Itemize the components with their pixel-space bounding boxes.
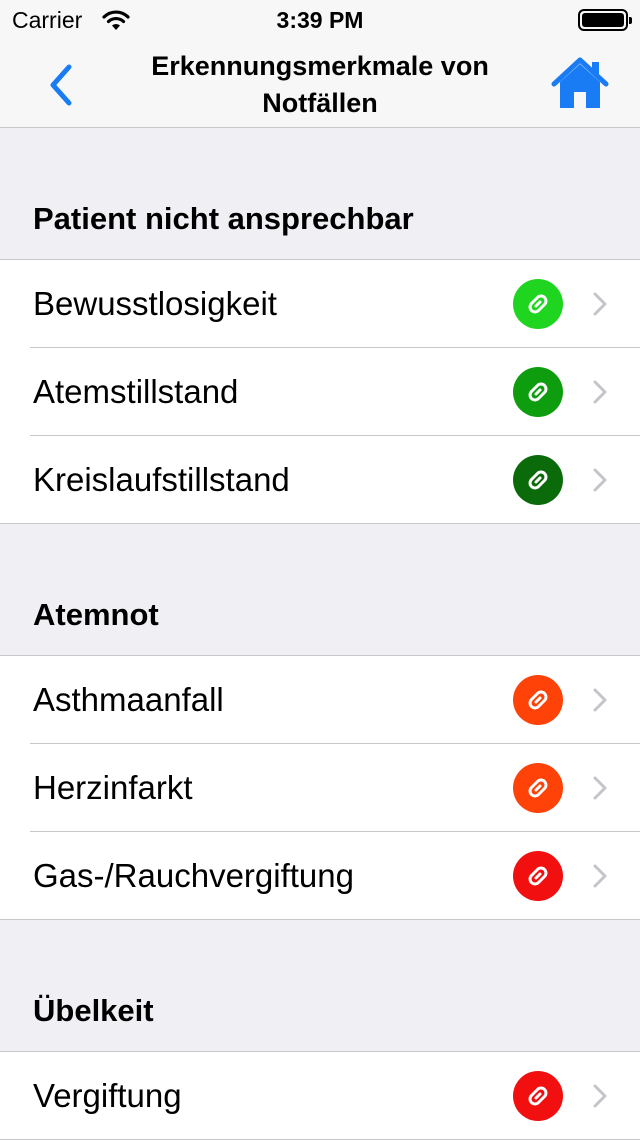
link-icon	[513, 455, 563, 505]
row-label: Gas-/Rauchvergiftung	[33, 857, 354, 894]
back-button[interactable]	[40, 60, 84, 110]
list-row[interactable]: Vergiftung	[0, 1052, 640, 1140]
list-row[interactable]: Asthmaanfall	[0, 656, 640, 744]
chevron-right-icon	[592, 863, 608, 889]
link-icon	[513, 1071, 563, 1121]
chevron-right-icon	[592, 379, 608, 405]
row-label: Bewusstlosigkeit	[33, 285, 277, 322]
list-row[interactable]: Kreislaufstillstand	[0, 436, 640, 524]
status-time: 3:39 PM	[276, 7, 364, 33]
link-icon	[513, 675, 563, 725]
row-label: Herzinfarkt	[33, 769, 193, 806]
chevron-right-icon	[592, 291, 608, 317]
list-row[interactable]: Bewusstlosigkeit	[0, 260, 640, 348]
chevron-right-icon	[592, 467, 608, 493]
list-row[interactable]: Gas-/Rauchvergiftung	[0, 832, 640, 920]
link-icon	[513, 279, 563, 329]
section-header: Atemnot	[0, 524, 640, 656]
link-icon	[513, 851, 563, 901]
row-label: Vergiftung	[33, 1077, 182, 1114]
navigation-bar: Erkennungsmerkmale von Notfällen	[0, 40, 640, 128]
chevron-right-icon	[592, 1083, 608, 1109]
section-header: Übelkeit	[0, 920, 640, 1052]
page-title: Erkennungsmerkmale von Notfällen	[151, 51, 489, 118]
section-title: Übelkeit	[33, 993, 154, 1028]
row-label: Asthmaanfall	[33, 681, 224, 718]
row-label: Atemstillstand	[33, 373, 239, 410]
list-row[interactable]: Herzinfarkt	[0, 744, 640, 832]
row-label: Kreislaufstillstand	[33, 461, 290, 498]
list-row[interactable]: Atemstillstand	[0, 348, 640, 436]
chevron-right-icon	[592, 775, 608, 801]
link-icon	[513, 763, 563, 813]
battery-icon	[578, 9, 632, 31]
home-button[interactable]	[548, 54, 612, 112]
link-icon	[513, 367, 563, 417]
status-bar: Carrier 3:39 PM	[0, 0, 640, 40]
chevron-right-icon	[592, 687, 608, 713]
section-header: Patient nicht ansprechbar	[0, 128, 640, 260]
section-title: Atemnot	[33, 597, 159, 632]
section-title: Patient nicht ansprechbar	[33, 201, 414, 236]
emergency-list: Patient nicht ansprechbar Bewusstlosigkei…	[0, 128, 640, 1140]
